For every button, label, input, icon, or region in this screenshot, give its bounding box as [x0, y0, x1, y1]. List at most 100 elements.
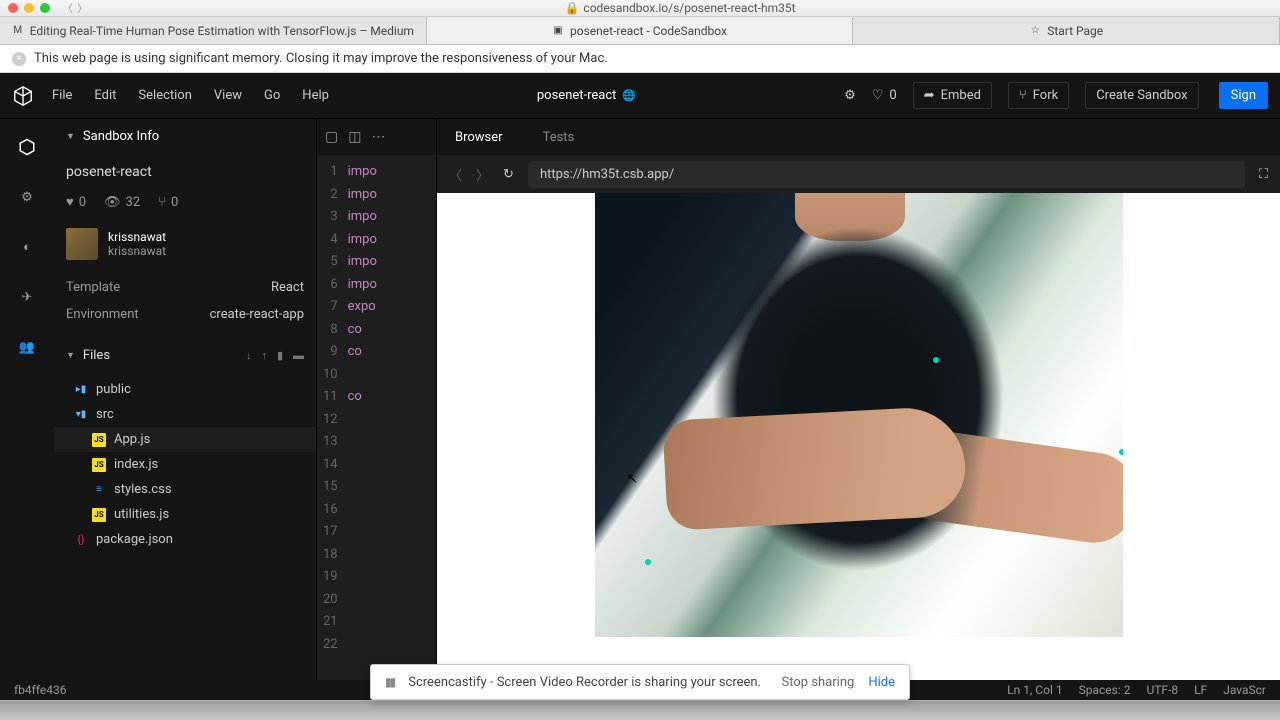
gear-icon[interactable]: ⚙ — [17, 187, 37, 207]
mac-titlebar: 〈 〉 🔒 codesandbox.io/s/posenet-react-hm3… — [0, 0, 1280, 17]
file-tree: ▸▮public ▾▮src JSApp.js JSindex.js ≡styl… — [54, 373, 316, 556]
line-gutter: 12345678910111213141516171819202122 — [317, 155, 348, 693]
preview-url-input[interactable]: https://hm35t.csb.app/ — [528, 161, 1245, 188]
github-icon[interactable]: ◐ — [17, 237, 37, 257]
tab-browser[interactable]: Browser — [455, 130, 503, 145]
expand-icon[interactable]: ⛶ — [1259, 167, 1268, 182]
back-icon[interactable]: 〈 — [449, 165, 462, 184]
codesandbox-logo-icon[interactable] — [12, 85, 34, 107]
tab-label: Start Page — [1047, 24, 1103, 38]
js-icon: JS — [92, 458, 106, 472]
chevron-down-icon: ▼ — [66, 350, 75, 361]
file-index-js[interactable]: JSindex.js — [54, 452, 316, 477]
screen-share-bar: ▮▮ Screencastify - Screen Video Recorder… — [370, 664, 910, 700]
language-mode[interactable]: JavaScr — [1223, 683, 1266, 697]
folder-public[interactable]: ▸▮public — [54, 377, 316, 402]
sandbox-title[interactable]: posenet-react — [66, 164, 316, 180]
file-styles-css[interactable]: ≡styles.css — [54, 477, 316, 502]
browser-tab-medium[interactable]: M Editing Real-Time Human Pose Estimatio… — [0, 17, 427, 44]
chevron-down-icon: ▼ — [66, 131, 75, 142]
upload-icon[interactable]: ↑ — [261, 349, 267, 362]
folder-src[interactable]: ▾▮src — [54, 402, 316, 427]
hide-button[interactable]: Hide — [868, 675, 895, 690]
keypoint-icon — [645, 559, 651, 565]
stop-sharing-button[interactable]: Stop sharing — [782, 675, 855, 690]
gear-icon[interactable]: ⚙ — [844, 88, 856, 103]
pause-icon[interactable]: ▮▮ — [385, 675, 394, 689]
heart-icon: ♡ — [872, 88, 884, 103]
js-icon: JS — [92, 433, 106, 447]
folder-open-icon: ▾▮ — [74, 408, 88, 422]
code-editor[interactable]: 12345678910111213141516171819202122 impo… — [317, 155, 436, 693]
split-icon[interactable]: ◫ — [348, 129, 361, 145]
heart-icon: ♥ — [66, 194, 74, 210]
address-bar[interactable]: 🔒 codesandbox.io/s/posenet-react-hm35t — [88, 1, 1272, 15]
file-utilities-js[interactable]: JSutilities.js — [54, 502, 316, 527]
forward-icon[interactable]: 〉 — [476, 165, 489, 184]
menu-file[interactable]: File — [52, 88, 72, 103]
fork-button[interactable]: ⑂Fork — [1008, 82, 1069, 109]
menu-selection[interactable]: Selection — [138, 88, 191, 103]
encoding[interactable]: UTF-8 — [1146, 683, 1178, 697]
window-controls — [8, 3, 50, 13]
macos-dock — [0, 700, 1280, 720]
codesandbox-topbar: File Edit Selection View Go Help posenet… — [0, 73, 1280, 119]
fork-icon: ⑂ — [1019, 88, 1027, 103]
back-icon[interactable]: 〈 — [62, 0, 73, 16]
share-icon: ➦ — [924, 88, 935, 103]
git-hash[interactable]: fb4ffe436 — [14, 683, 66, 697]
sandbox-info-header[interactable]: ▼ Sandbox Info — [54, 119, 316, 154]
explorer-icon[interactable] — [17, 137, 37, 157]
fork-icon: ⑂ — [158, 195, 166, 210]
eol[interactable]: LF — [1194, 683, 1207, 697]
close-icon[interactable]: × — [12, 52, 26, 66]
browser-tab-startpage[interactable]: ☆ Start Page — [853, 17, 1280, 44]
new-folder-icon[interactable]: ▬ — [293, 349, 304, 362]
close-window-icon[interactable] — [8, 3, 18, 13]
menu-help[interactable]: Help — [302, 88, 329, 103]
menu-view[interactable]: View — [214, 88, 242, 103]
rocket-icon[interactable]: ✈ — [17, 287, 37, 307]
codesandbox-icon: ▣ — [552, 25, 564, 37]
preview-tabs: Browser Tests — [437, 119, 1280, 155]
live-icon[interactable]: 👥 — [17, 337, 37, 357]
keypoint-icon — [933, 357, 939, 363]
browser-tab-codesandbox[interactable]: ▣ posenet-react - CodeSandbox — [427, 17, 854, 44]
minimize-window-icon[interactable] — [24, 3, 34, 13]
download-icon[interactable]: ↓ — [246, 349, 252, 362]
menu-go[interactable]: Go — [264, 88, 280, 103]
stat-views: 👁32 — [104, 195, 140, 210]
embed-button[interactable]: ➦Embed — [913, 82, 992, 109]
project-title[interactable]: posenet-react 🌐 — [329, 88, 844, 103]
create-sandbox-button[interactable]: Create Sandbox — [1085, 82, 1198, 109]
warning-text: This web page is using significant memor… — [34, 51, 608, 66]
cursor-position[interactable]: Ln 1, Col 1 — [1007, 683, 1062, 697]
tab-tests[interactable]: Tests — [543, 130, 575, 145]
template-row: Template React — [54, 274, 316, 301]
forward-icon[interactable]: 〉 — [77, 0, 88, 16]
memory-warning-bar: × This web page is using significant mem… — [0, 45, 1280, 73]
files-header[interactable]: ▼ Files ↓ ↑ ▮ ▬ — [54, 338, 316, 373]
zoom-window-icon[interactable] — [40, 3, 50, 13]
editor-pane: ▢ ◫ ⋯ 1234567891011121314151617181920212… — [316, 119, 436, 693]
indent-setting[interactable]: Spaces: 2 — [1079, 683, 1131, 697]
nav-arrows: 〈 〉 — [62, 0, 88, 16]
file-package-json[interactable]: {}package.json — [54, 527, 316, 552]
author-row[interactable]: krissnawat krissnawat — [54, 228, 316, 274]
files-actions: ↓ ↑ ▮ ▬ — [246, 349, 304, 362]
app-menu: File Edit Selection View Go Help — [52, 88, 329, 103]
new-file-icon[interactable]: ▮ — [277, 349, 283, 362]
menu-edit[interactable]: Edit — [94, 88, 116, 103]
tab-label: posenet-react - CodeSandbox — [570, 24, 727, 38]
more-icon[interactable]: ⋯ — [371, 129, 385, 145]
author-names: krissnawat krissnawat — [108, 230, 166, 258]
layout-icon[interactable]: ▢ — [325, 129, 338, 145]
topbar-actions: ⚙ ♡0 ➦Embed ⑂Fork Create Sandbox Sign — [844, 82, 1268, 109]
editor-toolbar: ▢ ◫ ⋯ — [317, 119, 436, 155]
share-text: Screencastify - Screen Video Recorder is… — [408, 675, 767, 690]
likes-count[interactable]: ♡0 — [872, 88, 897, 103]
sign-in-button[interactable]: Sign — [1219, 82, 1268, 109]
reload-icon[interactable]: ↻ — [503, 167, 514, 182]
address-text: codesandbox.io/s/posenet-react-hm35t — [583, 1, 795, 15]
file-app-js[interactable]: JSApp.js — [54, 427, 316, 452]
